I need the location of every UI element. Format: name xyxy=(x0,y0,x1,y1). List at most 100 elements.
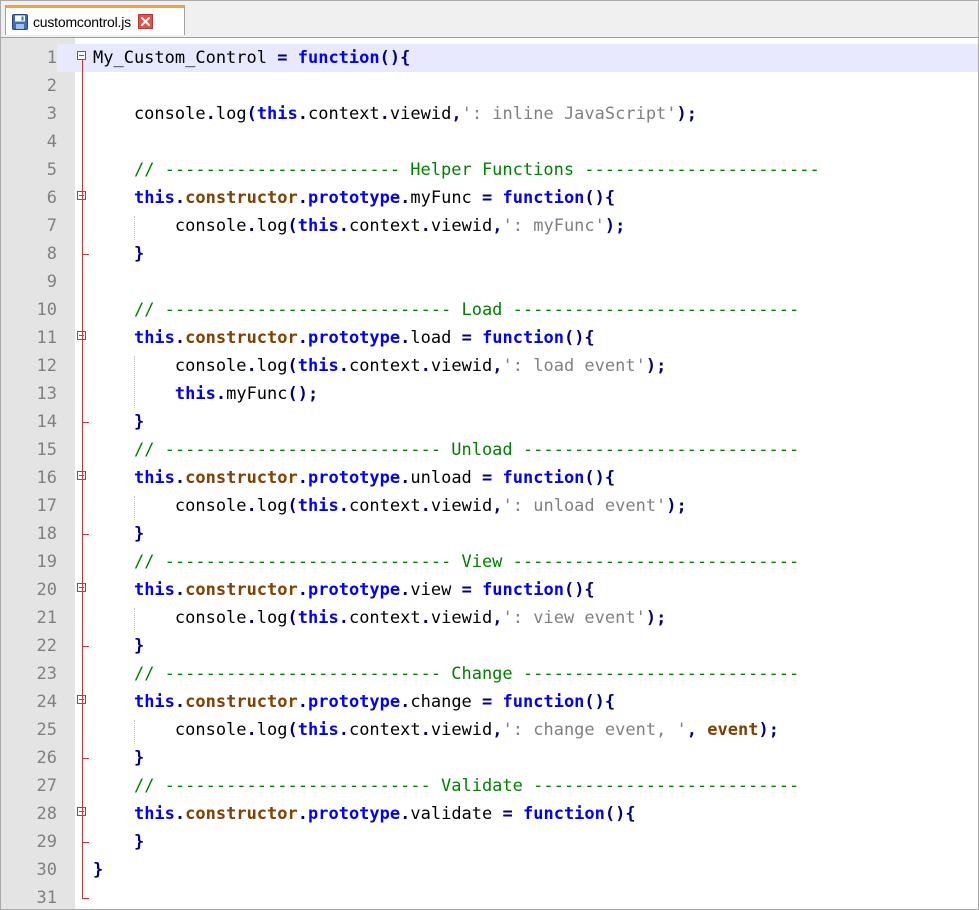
tab-customcontrol-js[interactable]: customcontrol.js xyxy=(5,5,185,35)
line-number: 8 xyxy=(46,244,57,264)
code-content: } xyxy=(93,744,144,772)
operator-token: (){ xyxy=(584,468,616,488)
code-line[interactable]: 2 xyxy=(1,72,978,100)
line-number: 21 xyxy=(36,608,57,628)
operator-token: . xyxy=(174,804,186,824)
code-line[interactable]: 16 this.constructor.prototype.unload = f… xyxy=(1,464,978,492)
member-token: constructor xyxy=(185,804,298,824)
operator-token: . xyxy=(420,608,431,628)
operator-token: , xyxy=(686,720,698,740)
code-line[interactable]: 18 } xyxy=(1,520,978,548)
line-number: 19 xyxy=(36,552,57,572)
keyword-token: this xyxy=(133,692,175,712)
code-line[interactable]: 23 // --------------------------- Change… xyxy=(1,660,978,688)
code-line[interactable]: 29 } xyxy=(1,828,978,856)
operator-token: . xyxy=(297,104,309,124)
operator-token: = xyxy=(502,804,513,824)
operator-token: ( xyxy=(287,356,298,376)
operator-token: . xyxy=(174,580,186,600)
editor-window: customcontrol.js 1 My_Custom_Control = fu… xyxy=(0,0,979,910)
operator-token: = xyxy=(482,468,493,488)
code-line[interactable]: 31 xyxy=(1,884,978,909)
code-line[interactable]: 28 this.constructor.prototype.validate =… xyxy=(1,800,978,828)
operator-token: ); xyxy=(604,216,626,236)
code-line[interactable]: 11 this.constructor.prototype.load = fun… xyxy=(1,324,978,352)
operator-token: ); xyxy=(676,104,698,124)
code-line[interactable]: 17 console.log(this.context.viewid,': un… xyxy=(1,492,978,520)
fold-end-marker xyxy=(82,408,89,423)
comment-token: // ---------------------------- Load ---… xyxy=(133,300,800,320)
code-content: this.constructor.prototype.view = functi… xyxy=(93,576,595,604)
code-text: context xyxy=(348,216,421,236)
code-text: validate xyxy=(410,804,503,824)
indent-guide xyxy=(134,216,135,240)
code-line[interactable]: 25 console.log(this.context.viewid,': ch… xyxy=(1,716,978,744)
code-content: console.log(this.context.viewid,': load … xyxy=(93,352,666,380)
line-number: 15 xyxy=(36,440,57,460)
operator-token: . xyxy=(420,496,431,516)
indent-guide xyxy=(134,608,135,632)
line-number: 18 xyxy=(36,524,57,544)
operator-token: . xyxy=(297,188,308,208)
code-line[interactable]: 24 this.constructor.prototype.change = f… xyxy=(1,688,978,716)
code-line[interactable]: 12 console.log(this.context.viewid,': lo… xyxy=(1,352,978,380)
code-line[interactable]: 26 } xyxy=(1,744,978,772)
code-line[interactable]: 15 // --------------------------- Unload… xyxy=(1,436,978,464)
line-number: 3 xyxy=(46,104,57,124)
code-line[interactable]: 13 this.myFunc(); xyxy=(1,380,978,408)
code-content: // -------------------------- Validate -… xyxy=(93,772,799,800)
code-text: context xyxy=(308,104,380,124)
code-editor[interactable]: 1 My_Custom_Control = function(){2 3 conso… xyxy=(1,38,978,909)
code-content: } xyxy=(93,520,144,548)
operator-token: . xyxy=(400,328,411,348)
code-line[interactable]: 6 this.constructor.prototype.myFunc = fu… xyxy=(1,184,978,212)
fold-end-marker xyxy=(82,744,89,759)
code-content: console.log(this.context.viewid,': unloa… xyxy=(93,492,687,520)
code-line[interactable]: 8 } xyxy=(1,240,978,268)
code-line[interactable]: 9 xyxy=(1,268,978,296)
operator-token: . xyxy=(246,356,257,376)
close-icon[interactable] xyxy=(137,14,153,29)
code-line[interactable]: 1 My_Custom_Control = function(){ xyxy=(1,44,978,72)
line-number: 4 xyxy=(46,132,57,152)
code-line[interactable]: 21 console.log(this.context.viewid,': vi… xyxy=(1,604,978,632)
operator-token: . xyxy=(246,608,257,628)
code-line[interactable]: 19 // ---------------------------- View … xyxy=(1,548,978,576)
operator-token: = xyxy=(482,692,493,712)
code-text: My_Custom_Control xyxy=(93,48,278,68)
line-number: 26 xyxy=(36,748,57,768)
code-line[interactable]: 3 console.log(this.context.viewid,': inl… xyxy=(1,100,978,128)
code-line[interactable]: 30} xyxy=(1,856,978,884)
operator-token: ); xyxy=(645,356,667,376)
operator-token: , xyxy=(492,216,503,236)
keyword-token: this xyxy=(256,104,298,124)
line-number: 17 xyxy=(36,496,57,516)
keyword-token: this xyxy=(297,216,339,236)
operator-token: ); xyxy=(758,720,779,740)
code-line[interactable]: 27 // -------------------------- Validat… xyxy=(1,772,978,800)
code-line[interactable]: 20 this.constructor.prototype.view = fun… xyxy=(1,576,978,604)
fold-toggle-icon[interactable] xyxy=(77,51,86,60)
code-line[interactable]: 14 } xyxy=(1,408,978,436)
code-content: } xyxy=(93,632,144,660)
code-line[interactable]: 10 // ---------------------------- Load … xyxy=(1,296,978,324)
operator-token: . xyxy=(338,720,349,740)
operator-token: ( xyxy=(246,104,257,124)
code-text: myFunc xyxy=(226,384,288,404)
code-content: this.constructor.prototype.change = func… xyxy=(93,688,615,716)
code-line[interactable]: 5 // ----------------------- Helper Func… xyxy=(1,156,978,184)
operator-token: ( xyxy=(287,608,298,628)
code-line[interactable]: 4 xyxy=(1,128,978,156)
code-line[interactable]: 22 } xyxy=(1,632,978,660)
code-line[interactable]: 7 console.log(this.context.viewid,': myF… xyxy=(1,212,978,240)
operator-token: = xyxy=(482,188,493,208)
operator-token: (){ xyxy=(563,328,595,348)
tab-bar: customcontrol.js xyxy=(1,1,978,38)
code-content: this.constructor.prototype.load = functi… xyxy=(93,324,595,352)
operator-token: (); xyxy=(287,384,319,404)
